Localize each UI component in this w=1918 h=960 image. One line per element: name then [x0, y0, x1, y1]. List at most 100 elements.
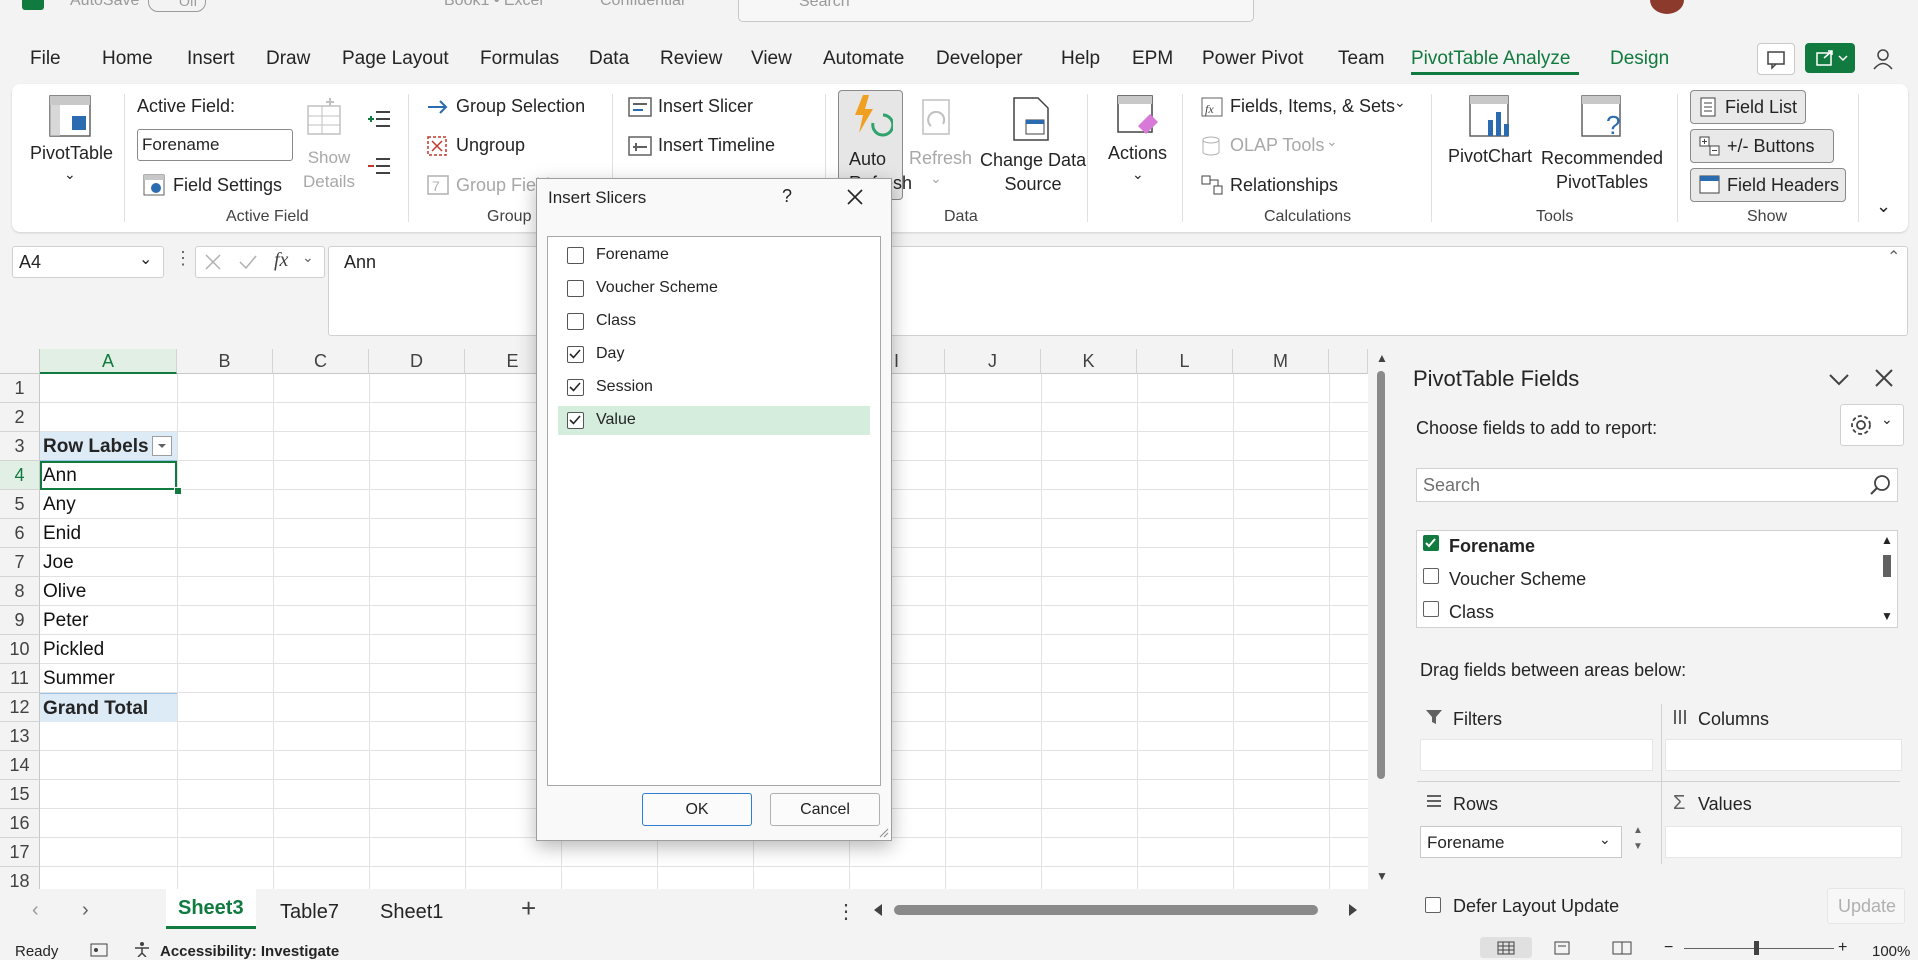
scroll-down-icon[interactable]: ▼: [1376, 869, 1388, 883]
filters-drop-zone[interactable]: [1420, 739, 1653, 771]
prev-sheet-icon[interactable]: ‹: [32, 899, 39, 922]
row-header[interactable]: 5: [0, 490, 40, 519]
grand-total-row[interactable]: Grand Total: [40, 693, 177, 722]
column-header[interactable]: K: [1041, 349, 1137, 374]
pivot-row-label[interactable]: Enid: [43, 523, 81, 545]
collapse-formula-bar-icon[interactable]: ⌃: [1887, 247, 1900, 267]
slicer-checkbox[interactable]: [567, 346, 584, 363]
olap-tools-button[interactable]: OLAP Tools: [1230, 135, 1324, 156]
insert-timeline-button[interactable]: Insert Timeline: [658, 135, 775, 156]
row-header[interactable]: 13: [0, 722, 40, 751]
slicer-option[interactable]: Class: [558, 307, 870, 336]
sheet-tab-active[interactable]: Sheet3: [166, 889, 256, 929]
vertical-scroll-thumb[interactable]: [1377, 371, 1385, 779]
change-data-source-button[interactable]: Change Data Source: [980, 148, 1086, 196]
coauthoring-button[interactable]: [1870, 45, 1900, 73]
confirm-entry-icon[interactable]: [238, 253, 258, 271]
row-header[interactable]: 7: [0, 548, 40, 577]
row-header[interactable]: 3: [0, 432, 40, 461]
tab-review[interactable]: Review: [660, 48, 722, 70]
field-list-scrollbar[interactable]: ▲ ▼: [1877, 531, 1897, 627]
relationships-button[interactable]: Relationships: [1230, 175, 1338, 196]
rows-field-chip[interactable]: Forename ⌄: [1420, 826, 1622, 858]
fields-items-sets-button[interactable]: Fields, Items, & Sets: [1230, 96, 1395, 117]
pivot-row-label[interactable]: Any: [43, 494, 76, 516]
accessibility-icon[interactable]: [132, 941, 152, 957]
column-header[interactable]: [1329, 349, 1368, 374]
slicer-option[interactable]: Forename: [558, 241, 870, 270]
accessibility-status[interactable]: Accessibility: Investigate: [160, 943, 339, 960]
add-sheet-icon[interactable]: +: [521, 893, 536, 924]
chevron-down-icon[interactable]: ⌄: [1599, 831, 1611, 848]
chevron-down-icon[interactable]: [1827, 369, 1851, 389]
comments-button[interactable]: [1757, 43, 1795, 75]
pivot-row-label[interactable]: Olive: [43, 581, 86, 603]
update-button[interactable]: Update: [1827, 888, 1905, 924]
ok-button[interactable]: OK: [642, 793, 752, 826]
pivot-row-label[interactable]: Joe: [43, 552, 74, 574]
field-settings-button[interactable]: Field Settings: [173, 175, 282, 196]
tab-pivottable-analyze[interactable]: PivotTable Analyze: [1411, 48, 1571, 70]
more-sheets-icon[interactable]: ⋮: [836, 899, 856, 924]
scroll-down-icon[interactable]: ▼: [1881, 609, 1893, 623]
pivottable-dropdown-icon[interactable]: ⌄: [64, 166, 76, 183]
group-selection-button[interactable]: Group Selection: [456, 96, 585, 117]
column-header[interactable]: D: [369, 349, 465, 374]
sheet-tab[interactable]: Sheet1: [380, 901, 443, 924]
refresh-button[interactable]: Refresh: [909, 148, 972, 169]
row-header[interactable]: 15: [0, 780, 40, 809]
slicer-checkbox[interactable]: [567, 247, 584, 264]
zoom-level[interactable]: 100%: [1872, 943, 1910, 960]
columns-drop-zone[interactable]: [1665, 739, 1902, 771]
row-header[interactable]: 10: [0, 635, 40, 664]
field-checkbox-forename[interactable]: [1423, 535, 1439, 551]
name-box-dropdown-icon[interactable]: ⌄: [139, 249, 152, 269]
column-header[interactable]: L: [1137, 349, 1233, 374]
title-search-box[interactable]: Search: [738, 0, 1254, 22]
scroll-right-icon[interactable]: [1347, 903, 1359, 917]
filter-dropdown-button[interactable]: [152, 436, 172, 456]
cancel-entry-icon[interactable]: [204, 253, 222, 271]
function-dropdown-icon[interactable]: ⌄: [302, 249, 314, 266]
column-header[interactable]: M: [1233, 349, 1329, 374]
ribbon-collapse-icon[interactable]: ⌄: [1876, 196, 1891, 217]
sheet-tab[interactable]: Table7: [280, 901, 339, 924]
tab-formulas[interactable]: Formulas: [480, 48, 559, 70]
close-icon[interactable]: [1873, 367, 1895, 389]
tab-home[interactable]: Home: [102, 48, 153, 70]
row-header[interactable]: 17: [0, 838, 40, 867]
recommended-pivottables-button[interactable]: Recommended PivotTables: [1541, 146, 1663, 194]
resize-grip-icon[interactable]: [877, 826, 889, 838]
fields-items-sets-dropdown-icon[interactable]: ⌄: [1394, 94, 1406, 111]
row-header[interactable]: 9: [0, 606, 40, 635]
pivot-row-label[interactable]: Summer: [43, 668, 115, 690]
insert-slicer-button[interactable]: Insert Slicer: [658, 96, 753, 117]
column-header[interactable]: J: [945, 349, 1041, 374]
slicer-option[interactable]: Voucher Scheme: [558, 274, 870, 303]
slicer-checkbox[interactable]: [567, 280, 584, 297]
pivottable-button[interactable]: PivotTable: [30, 143, 113, 164]
collapse-field-icon[interactable]: [366, 155, 392, 177]
field-search-input[interactable]: Search: [1416, 468, 1898, 502]
tab-team[interactable]: Team: [1338, 48, 1384, 70]
cancel-button[interactable]: Cancel: [770, 793, 880, 826]
tab-epm[interactable]: EPM: [1132, 48, 1173, 70]
expand-field-icon[interactable]: [366, 108, 392, 130]
name-box[interactable]: A4 ⌄: [12, 246, 164, 278]
slicer-checkbox[interactable]: [567, 313, 584, 330]
field-list-button[interactable]: Field List: [1690, 90, 1806, 124]
autosave-toggle[interactable]: Off: [148, 0, 206, 12]
plus-minus-buttons-button[interactable]: +/- Buttons: [1690, 129, 1834, 163]
defer-layout-checkbox[interactable]: [1425, 897, 1441, 913]
row-header[interactable]: 11: [0, 664, 40, 693]
vertical-scrollbar[interactable]: ▲ ▼: [1368, 349, 1395, 889]
slicer-option[interactable]: Day: [558, 340, 870, 369]
normal-view-button[interactable]: [1480, 937, 1532, 958]
zoom-slider[interactable]: [1684, 948, 1834, 949]
field-checkbox-class[interactable]: [1423, 601, 1439, 617]
tab-file[interactable]: File: [30, 48, 61, 70]
row-header[interactable]: 4: [0, 461, 40, 490]
refresh-dropdown-icon[interactable]: ⌄: [930, 170, 942, 187]
field-item-label[interactable]: Forename: [1449, 536, 1535, 557]
row-header[interactable]: 6: [0, 519, 40, 548]
